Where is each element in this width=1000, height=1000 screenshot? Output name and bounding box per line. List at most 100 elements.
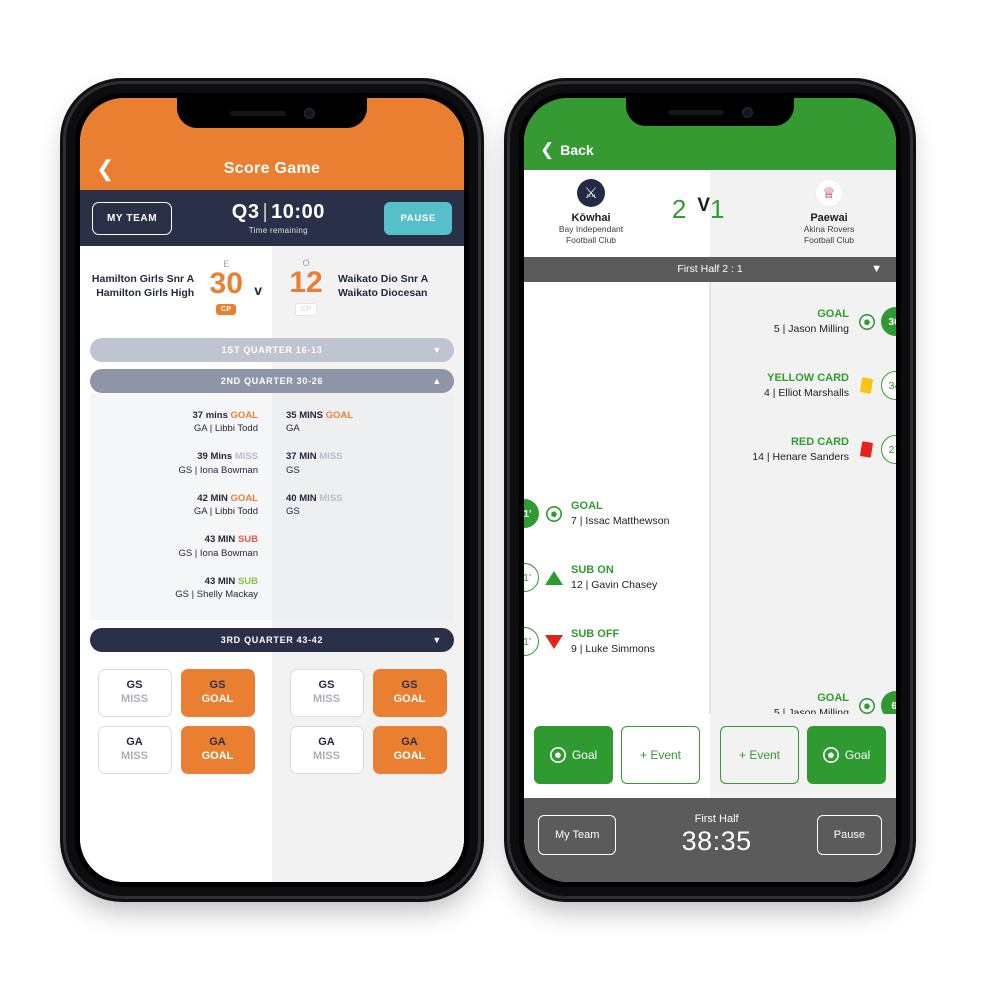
period-label: First Half — [694, 813, 739, 825]
chevron-down-icon: ▼ — [432, 635, 442, 646]
timeline-event[interactable]: 11' SUB ON 12 | Gavin Chasey — [524, 546, 896, 610]
timeline-minute-badge: 11' — [524, 627, 539, 657]
scoreboard-away-side: O 12 CP Waikato Dio Snr A Waikato Dioces… — [272, 246, 464, 330]
action-buttons-away: GS MISS GS GOAL GA MISS GA GOAL — [272, 659, 464, 789]
action-position: GA — [126, 736, 143, 749]
clock-value: 38:35 — [681, 826, 752, 856]
event-time-type: 43 MIN SUB — [204, 575, 258, 587]
quarter-events-home: 37 mins GOAL GA | Libbi Todd 39 Mins MISS G… — [90, 392, 272, 621]
timeline-event-player: 7 | Issac Matthewson — [571, 515, 670, 528]
phone-screen-left: ❮ Score Game MY TEAM Q3 | 10:00 Time remai… — [80, 98, 464, 882]
quarter-event[interactable]: 39 Mins MISS GS | Iona Bowman — [100, 450, 258, 478]
timeline-event-type: GOAL — [571, 500, 603, 513]
timeline-event-type: RED CARD — [790, 436, 849, 449]
event-detail: GA — [286, 423, 300, 435]
action-button-ga-miss[interactable]: GA MISS — [289, 726, 364, 775]
timeline-event-player: 12 | Gavin Chasey — [571, 579, 658, 592]
event-button-goal[interactable]: Goal — [807, 726, 886, 784]
quarter-event[interactable]: 37 mins GOAL GA | Libbi Todd — [100, 409, 258, 437]
timeline-minute-badge: 11' — [524, 563, 539, 593]
event-time-type: 37 mins GOAL — [192, 409, 258, 421]
away-team-name: Waikato Dio Snr A — [338, 272, 429, 285]
pause-button[interactable]: Pause — [816, 815, 882, 855]
chevron-left-icon: ❮ — [540, 140, 555, 159]
quarter-event[interactable]: 35 MINS GOAL GA — [286, 409, 444, 437]
phone-screen-right: ❮ Back ⚔ Kōwhai Bay Independant Football… — [524, 98, 896, 882]
event-time-type: 39 Mins MISS — [197, 451, 258, 463]
page-title: Score Game — [223, 160, 321, 177]
timeline-event-player: 9 | Luke Simmons — [571, 643, 655, 656]
yellow-card-icon — [859, 377, 874, 395]
quarter-event[interactable]: 37 MIN MISS GS — [286, 450, 444, 478]
score-action-grid: GS MISS GS GOAL GA MISS GA GOAL GS MISS GS GOAL GA M… — [80, 659, 464, 789]
timeline-event[interactable]: GOAL 5 | Jason Milling 36' — [524, 290, 896, 354]
quarter-accordion-1[interactable]: 1ST QUARTER 16-13 ▼ — [90, 337, 454, 362]
event-button-label: + Event — [639, 748, 682, 762]
timeline-event-text: RED CARD 14 | Henare Sanders — [752, 435, 849, 464]
action-position: GS — [209, 679, 226, 692]
action-button-gs-goal[interactable]: GS GOAL — [372, 669, 447, 718]
timeline-event-text: SUB ON 12 | Gavin Chasey — [571, 563, 657, 592]
event-detail: GS — [286, 464, 300, 476]
quarter-event[interactable]: 43 MIN SUB GS | Iona Bowman — [100, 533, 258, 561]
timeline-event[interactable]: YELLOW CARD 4 | Elliot Marshalls 34' — [524, 354, 896, 418]
timeline-event-icon — [544, 505, 563, 522]
timeline-event[interactable]: 11' SUB OFF 9 | Luke Simmons — [524, 610, 896, 674]
timeline-event[interactable]: RED CARD 14 | Henare Sanders 27' — [524, 418, 896, 482]
action-button-gs-miss[interactable]: GS MISS — [289, 669, 364, 718]
event-button-event[interactable]: + Event — [720, 726, 799, 784]
clock-separator: | — [262, 201, 269, 223]
quarter-3-label: 3RD QUARTER 43-42 — [220, 635, 324, 646]
timeline-event-type: GOAL — [817, 308, 849, 321]
action-button-gs-goal[interactable]: GS GOAL — [180, 669, 255, 718]
home-club-name: Hamilton Girls High — [96, 286, 195, 299]
back-icon[interactable]: ❮ — [96, 158, 114, 180]
timeline-event-player: 4 | Elliot Marshalls — [763, 387, 849, 400]
timeline-event[interactable]: GOAL 5 | Jason Milling 6' — [524, 674, 896, 714]
half-accordion-bar[interactable]: First Half 2 : 1 ▼ — [524, 256, 896, 282]
pause-button[interactable]: PAUSE — [384, 201, 452, 235]
quarter-accordion-3[interactable]: 3RD QUARTER 43-42 ▼ — [90, 628, 454, 653]
half-bar-label: First Half 2 : 1 — [677, 263, 743, 276]
back-button[interactable]: ❮ Back — [540, 141, 594, 158]
quarter-event[interactable]: 43 MIN SUB GS | Shelly Mackay — [100, 575, 258, 603]
event-type: MISS — [319, 451, 343, 463]
home-team-name: Hamilton Girls Snr A — [91, 272, 195, 285]
quarter-event[interactable]: 42 MIN GOAL GA | Libbi Todd — [100, 492, 258, 520]
action-button-gs-miss[interactable]: GS MISS — [97, 669, 172, 718]
home-score-value: 2 — [671, 194, 687, 224]
quarter-accordion-2[interactable]: 2ND QUARTER 30-26 ▲ — [90, 368, 454, 393]
event-type: SUB — [237, 534, 258, 546]
action-button-ga-miss[interactable]: GA MISS — [97, 726, 172, 775]
event-button-goal[interactable]: Goal — [534, 726, 613, 784]
timeline-event-type: SUB ON — [571, 564, 614, 577]
quarter-event[interactable]: 40 MIN MISS GS — [286, 492, 444, 520]
timeline-minute-badge: 36' — [881, 307, 896, 337]
event-time-type: 43 MIN SUB — [204, 534, 258, 546]
front-camera-icon — [303, 107, 315, 119]
action-position: GA — [401, 736, 418, 749]
away-team-name: Paewai — [810, 212, 848, 224]
timeline-event-icon — [857, 697, 876, 714]
home-team-block: ⚔ Kōwhai Bay Independant Football Club — [524, 170, 658, 257]
timeline-event[interactable]: 21' GOAL 7 | Issac Matthewson — [524, 482, 896, 546]
event-detail: GA | Libbi Todd — [193, 506, 258, 518]
action-button-ga-goal[interactable]: GA GOAL — [180, 726, 255, 775]
triangle-up-icon — [544, 570, 563, 585]
my-team-button[interactable]: MY TEAM — [92, 201, 173, 235]
match-timeline-section: GOAL 5 | Jason Milling 36' YELLOW CARD 4 | E… — [524, 281, 896, 714]
away-team-names: Waikato Dio Snr A Waikato Diocesan — [332, 273, 456, 301]
away-team-block: ♕ Paewai Akina Rovers Football Club — [762, 170, 896, 257]
action-button-ga-goal[interactable]: GA GOAL — [372, 726, 447, 775]
home-club-line-1: Bay Independant — [558, 224, 624, 234]
versus-label: V — [697, 195, 710, 216]
my-team-button[interactable]: My Team — [538, 815, 617, 855]
timeline-event-type: GOAL — [817, 692, 849, 705]
action-label: GOAL — [393, 693, 426, 706]
red-card-icon — [859, 441, 874, 459]
home-score-area: 2 V — [658, 170, 710, 257]
event-type: MISS — [319, 492, 343, 504]
away-club-name: Waikato Diocesan — [338, 286, 428, 299]
event-button-event[interactable]: + Event — [621, 726, 700, 784]
quarter-events-away: 35 MINS GOAL GA 37 MIN MISS GS 40 MIN MISS GS — [272, 392, 454, 621]
